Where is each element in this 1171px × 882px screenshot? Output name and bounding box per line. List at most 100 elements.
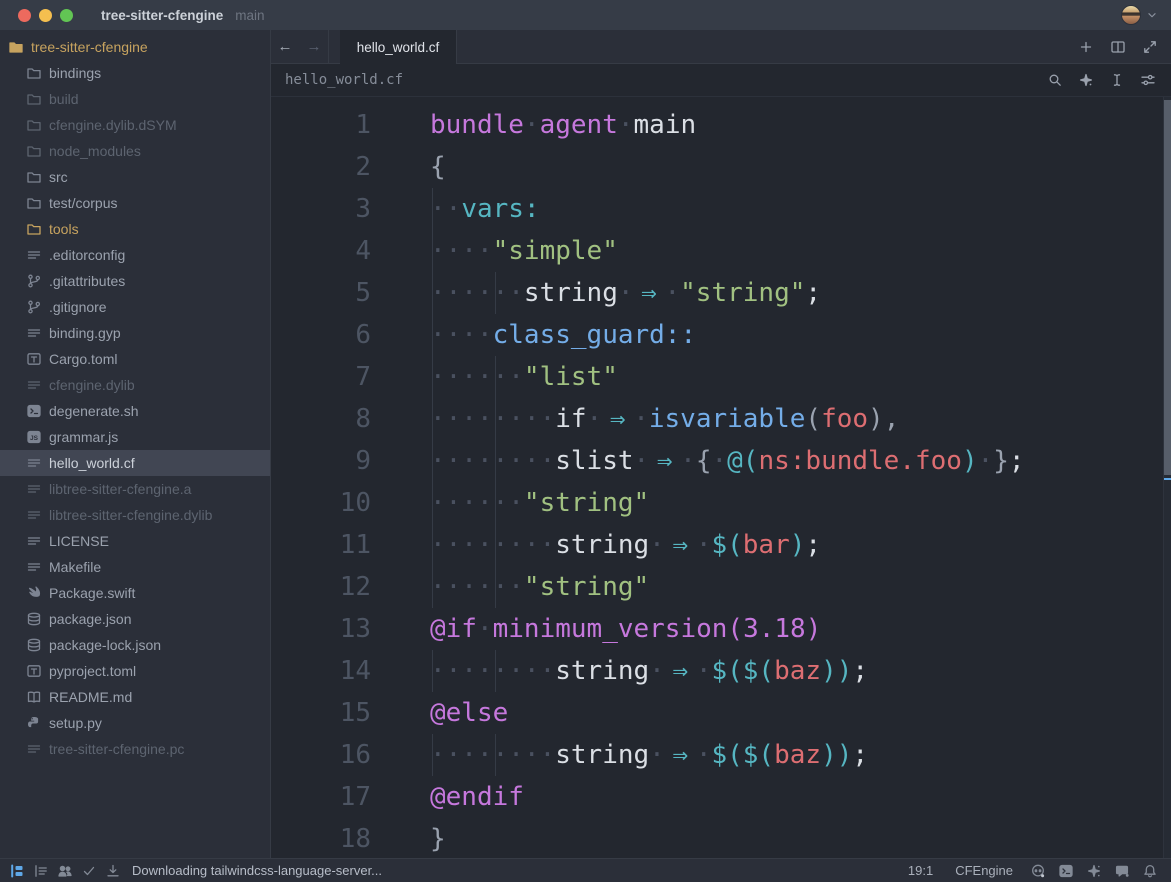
- collab-panel-toggle-icon[interactable]: [54, 861, 76, 881]
- file-tree-item-label: build: [49, 91, 79, 107]
- file-tree-item--editorconfig[interactable]: .editorconfig: [0, 242, 270, 268]
- code-line-content: ········string·⇒·$(bar);: [371, 524, 1171, 566]
- file-tree-item-libtree-sitter-cfengine-dylib[interactable]: libtree-sitter-cfengine.dylib: [0, 502, 270, 528]
- code-line-2[interactable]: 2{: [271, 146, 1171, 188]
- project-panel-toggle-icon[interactable]: [6, 861, 28, 881]
- expand-pane-icon[interactable]: [1139, 36, 1161, 58]
- project-name[interactable]: tree-sitter-cfengine: [101, 8, 223, 23]
- code-line-10[interactable]: 10······"string": [271, 482, 1171, 524]
- file-tree-item-cfengine-dylib[interactable]: cfengine.dylib: [0, 372, 270, 398]
- code-line-5[interactable]: 5······string·⇒·"string";: [271, 272, 1171, 314]
- file-tree-item-test-corpus[interactable]: test/corpus: [0, 190, 270, 216]
- code-line-4[interactable]: 4····"simple": [271, 230, 1171, 272]
- code-line-3[interactable]: 3··vars:: [271, 188, 1171, 230]
- outline-panel-toggle-icon[interactable]: [30, 861, 52, 881]
- file-tree-item--gitignore[interactable]: .gitignore: [0, 294, 270, 320]
- traffic-lights: [0, 9, 87, 22]
- new-file-icon[interactable]: [1075, 36, 1097, 58]
- file-tree-item-label: Cargo.toml: [49, 351, 117, 367]
- zed-window: tree-sitter-cfengine main tree-sitter-cf…: [0, 0, 1171, 882]
- file-tree-item-build[interactable]: build: [0, 86, 270, 112]
- file-tree-item-tree-sitter-cfengine-pc[interactable]: tree-sitter-cfengine.pc: [0, 736, 270, 762]
- zoom-window-button[interactable]: [60, 9, 73, 22]
- file-tree-item-readme-md[interactable]: README.md: [0, 684, 270, 710]
- minimize-window-button[interactable]: [39, 9, 52, 22]
- code-line-11[interactable]: 11········string·⇒·$(bar);: [271, 524, 1171, 566]
- file-tree-item-tree-sitter-cfengine[interactable]: tree-sitter-cfengine: [0, 34, 270, 60]
- file-lines-icon: [26, 481, 42, 497]
- indent-guide: [495, 356, 496, 398]
- code-line-13[interactable]: 13@if·minimum_version(3.18): [271, 608, 1171, 650]
- code-line-16[interactable]: 16········string·⇒·$($(baz));: [271, 734, 1171, 776]
- terminal-panel-toggle-icon[interactable]: [1055, 861, 1077, 881]
- code-line-content: ······"string": [371, 482, 1171, 524]
- file-tree-item-binding-gyp[interactable]: binding.gyp: [0, 320, 270, 346]
- file-tree-item-package-lock-json[interactable]: package-lock.json: [0, 632, 270, 658]
- file-tree-item-degenerate-sh[interactable]: degenerate.sh: [0, 398, 270, 424]
- code-line-17[interactable]: 17@endif: [271, 776, 1171, 818]
- line-number: 8: [271, 404, 371, 434]
- file-tree-item-pyproject-toml[interactable]: pyproject.toml: [0, 658, 270, 684]
- code-line-14[interactable]: 14········string·⇒·$($(baz));: [271, 650, 1171, 692]
- search-icon[interactable]: [1044, 69, 1066, 91]
- file-tree-item-makefile[interactable]: Makefile: [0, 554, 270, 580]
- file-tree-item-label: node_modules: [49, 143, 141, 159]
- language-selector[interactable]: CFEngine: [947, 863, 1021, 878]
- cursor-position[interactable]: 19:1: [900, 863, 941, 878]
- file-tree-item-label: pyproject.toml: [49, 663, 136, 679]
- file-tree-item-package-json[interactable]: package.json: [0, 606, 270, 632]
- editor-scrollbar[interactable]: [1163, 97, 1171, 858]
- assistant-panel-toggle-icon[interactable]: [1083, 861, 1105, 881]
- code-line-1[interactable]: 1bundle·agent·main: [271, 104, 1171, 146]
- file-tree-item-node-modules[interactable]: node_modules: [0, 138, 270, 164]
- code-line-content: ······string·⇒·"string";: [371, 272, 1171, 314]
- tab-hello-world-cf[interactable]: hello_world.cf: [340, 30, 457, 64]
- file-tree-item-label: grammar.js: [49, 429, 118, 445]
- file-tree-item-label: hello_world.cf: [49, 455, 135, 471]
- file-tree-item-setup-py[interactable]: setup.py: [0, 710, 270, 736]
- close-window-button[interactable]: [18, 9, 31, 22]
- code-line-6[interactable]: 6····class_guard::: [271, 314, 1171, 356]
- swift-icon: [26, 585, 42, 601]
- code-line-7[interactable]: 7······"list": [271, 356, 1171, 398]
- file-tree-item-libtree-sitter-cfengine-a[interactable]: libtree-sitter-cfengine.a: [0, 476, 270, 502]
- file-tree-item-grammar-js[interactable]: JSgrammar.js: [0, 424, 270, 450]
- file-tree-item-bindings[interactable]: bindings: [0, 60, 270, 86]
- copilot-icon[interactable]: [1027, 861, 1049, 881]
- file-tree-item-hello-world-cf[interactable]: hello_world.cf: [0, 450, 270, 476]
- code-line-15[interactable]: 15@else: [271, 692, 1171, 734]
- navigate-forward-button[interactable]: →: [307, 38, 322, 55]
- line-number: 18: [271, 824, 371, 854]
- file-tree-item-label: Makefile: [49, 559, 101, 575]
- file-tree-item-tools[interactable]: tools: [0, 216, 270, 242]
- editor-controls-icon[interactable]: [1137, 69, 1159, 91]
- code-line-18[interactable]: 18}: [271, 818, 1171, 858]
- git-branch-name[interactable]: main: [235, 8, 264, 23]
- file-tree-item-cargo-toml[interactable]: Cargo.toml: [0, 346, 270, 372]
- code-line-12[interactable]: 12······"string": [271, 566, 1171, 608]
- file-tree-item--gitattributes[interactable]: .gitattributes: [0, 268, 270, 294]
- chat-panel-toggle-icon[interactable]: [1111, 861, 1133, 881]
- inline-assist-icon[interactable]: [1075, 69, 1097, 91]
- editor[interactable]: 1bundle·agent·main2{3··vars:4····"simple…: [271, 97, 1171, 858]
- notifications-icon[interactable]: [1139, 861, 1161, 881]
- file-tree-item-cfengine-dylib-dsym[interactable]: cfengine.dylib.dSYM: [0, 112, 270, 138]
- folder-icon: [26, 195, 42, 211]
- chevron-down-icon[interactable]: [1145, 8, 1159, 22]
- db-icon: [26, 611, 42, 627]
- diagnostics-check-icon[interactable]: [78, 861, 100, 881]
- code-line-8[interactable]: 8········if·⇒·isvariable(foo),: [271, 398, 1171, 440]
- user-avatar[interactable]: [1121, 5, 1141, 25]
- split-pane-icon[interactable]: [1107, 36, 1129, 58]
- folder-icon: [26, 117, 42, 133]
- file-tree-item-package-swift[interactable]: Package.swift: [0, 580, 270, 606]
- code-line-9[interactable]: 9········slist·⇒·{·@(ns:bundle.foo)·};: [271, 440, 1171, 482]
- git-branch-icon: [26, 273, 42, 289]
- file-tree-item-license[interactable]: LICENSE: [0, 528, 270, 554]
- navigate-back-button[interactable]: ←: [278, 38, 293, 55]
- edit-prediction-icon[interactable]: [1106, 69, 1128, 91]
- download-icon[interactable]: [102, 861, 124, 881]
- breadcrumb[interactable]: hello_world.cf: [285, 72, 403, 88]
- scrollbar-thumb[interactable]: [1164, 100, 1171, 475]
- file-tree-item-src[interactable]: src: [0, 164, 270, 190]
